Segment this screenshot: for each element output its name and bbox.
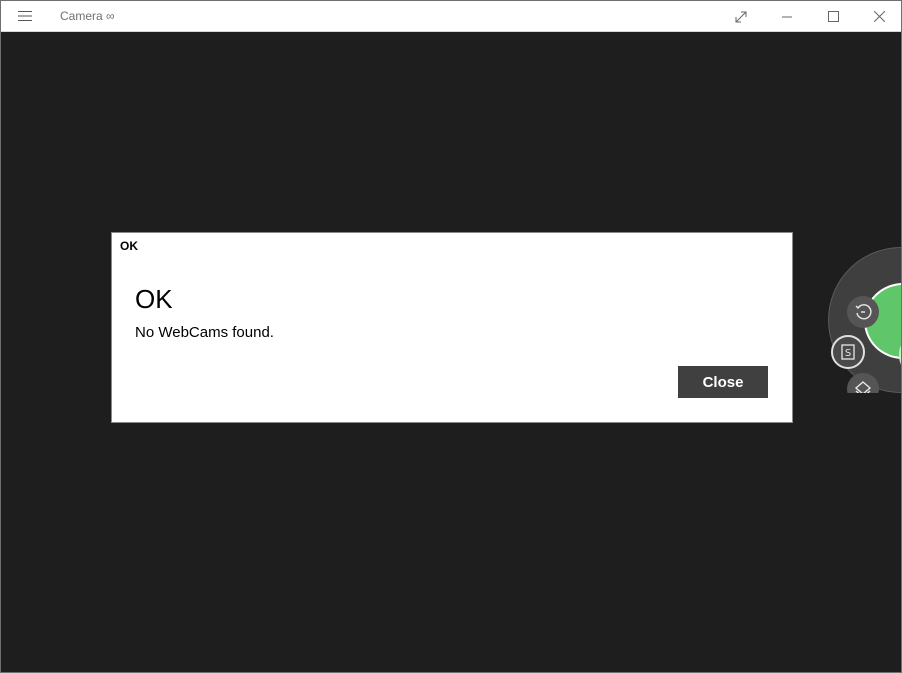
- photo-mode-button[interactable]: S: [831, 335, 865, 369]
- dialog-message: No WebCams found.: [135, 324, 274, 341]
- hamburger-icon: [18, 11, 32, 21]
- window-close-button[interactable]: [856, 1, 901, 32]
- timer-button[interactable]: [847, 296, 879, 328]
- minimize-button[interactable]: [764, 1, 810, 32]
- maximize-icon: [827, 11, 839, 22]
- dialog-caption: OK: [120, 239, 138, 253]
- fullscreen-button[interactable]: [718, 1, 764, 32]
- hamburger-menu-button[interactable]: [9, 4, 41, 28]
- camera-control-wheel: S: [828, 247, 901, 393]
- dialog-heading: OK: [135, 284, 173, 314]
- svg-text:S: S: [845, 348, 851, 359]
- maximize-button[interactable]: [810, 1, 856, 32]
- title-bar: Camera ∞: [1, 1, 901, 32]
- message-dialog: OK OK No WebCams found. Close: [111, 232, 793, 423]
- camera-app-window: Camera ∞ OK OK No WebCams found. Close S: [0, 0, 902, 673]
- timer-icon: [855, 304, 872, 320]
- photo-mode-icon: S: [841, 344, 855, 360]
- dialog-close-button[interactable]: Close: [678, 366, 768, 398]
- close-icon: [873, 11, 885, 22]
- minimize-icon: [782, 16, 792, 17]
- layers-icon: [854, 381, 872, 393]
- expand-diagonal-icon: [735, 11, 747, 22]
- app-title: Camera ∞: [60, 9, 115, 23]
